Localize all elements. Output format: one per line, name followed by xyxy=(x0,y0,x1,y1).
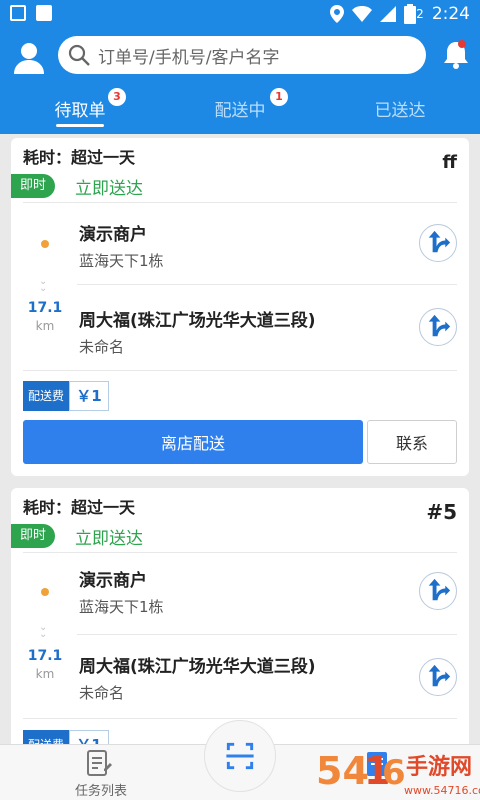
search-input[interactable]: 订单号/手机号/客户名字 xyxy=(58,36,426,74)
app-header: 订单号/手机号/客户名字 待取单 3 配送中 1 已送达 xyxy=(0,30,480,134)
immediate-tag: 即时 xyxy=(11,174,55,198)
chevron-down-icon: ⌄ ⌄ xyxy=(39,622,48,640)
app-icon xyxy=(36,5,52,21)
divider xyxy=(23,718,457,719)
tab-badge: 1 xyxy=(270,88,288,106)
svg-text:www.54716.com: www.54716.com xyxy=(404,784,480,797)
battery-level: 2 xyxy=(416,7,424,21)
status-bar: 2 2:24 xyxy=(0,0,480,30)
distance-value: 17.1 xyxy=(27,300,63,316)
elapsed-time: 耗时：超过一天 xyxy=(23,498,136,517)
contact-button[interactable]: 联系 xyxy=(367,420,457,464)
tab-delivering[interactable]: 配送中 1 xyxy=(160,86,320,134)
elapsed-time: 耗时：超过一天 xyxy=(23,148,136,167)
navigate-pickup-button[interactable] xyxy=(419,572,457,610)
pickup-dot-icon xyxy=(41,240,49,248)
svg-text:54: 54 xyxy=(316,749,369,793)
task-list-label[interactable]: 任务列表 xyxy=(66,780,136,799)
delivery-type: 立即送达 xyxy=(75,529,143,549)
tab-label: 已送达 xyxy=(374,101,426,121)
distance-unit: km xyxy=(35,667,55,681)
navigation-arrow-icon xyxy=(428,230,451,253)
leave-store-deliver-button[interactable]: 离店配送 xyxy=(23,420,363,464)
divider xyxy=(23,552,457,553)
tab-badge: 3 xyxy=(108,88,126,106)
dropoff-address: 未命名 xyxy=(79,338,125,356)
navigate-dropoff-button[interactable] xyxy=(419,308,457,346)
delivery-type: 立即送达 xyxy=(75,179,143,199)
status-left-icons xyxy=(10,5,52,21)
divider xyxy=(77,284,457,285)
svg-text:手游网: 手游网 xyxy=(406,754,472,780)
scan-button[interactable] xyxy=(204,720,276,792)
distance-value: 17.1 xyxy=(27,648,63,664)
dropoff-address: 未命名 xyxy=(79,684,125,702)
clock: 2:24 xyxy=(431,4,470,24)
navigation-arrow-icon xyxy=(428,578,451,601)
chevron-down-icon: ⌄ ⌄ xyxy=(39,276,48,294)
image-icon xyxy=(10,5,26,21)
pickup-name: 演示商户 xyxy=(79,225,147,245)
navigate-dropoff-button[interactable] xyxy=(419,658,457,696)
tab-label: 配送中 xyxy=(214,101,266,121)
order-number: #5 xyxy=(426,500,457,524)
dropoff-name: 周大福(珠江广场光华大道三段) xyxy=(79,657,316,677)
order-card[interactable]: 耗时：超过一天 ff 即时 立即送达 ⌄ ⌄ 17.1 km 演示商户 蓝海天下1… xyxy=(11,138,469,476)
location-icon xyxy=(330,5,345,23)
order-number: ff xyxy=(442,152,457,173)
divider xyxy=(23,370,457,371)
task-list-icon[interactable] xyxy=(86,749,112,777)
pickup-dot-icon xyxy=(41,588,49,596)
immediate-tag: 即时 xyxy=(11,524,55,548)
battery-icon xyxy=(404,4,417,24)
navigation-arrow-icon xyxy=(428,314,451,337)
distance-unit: km xyxy=(35,319,55,333)
search-placeholder: 订单号/手机号/客户名字 xyxy=(98,47,280,68)
user-avatar-icon[interactable] xyxy=(12,40,46,74)
pickup-name: 演示商户 xyxy=(79,571,147,591)
signal-icon xyxy=(380,6,397,22)
pickup-address: 蓝海天下1栋 xyxy=(79,252,164,270)
tab-delivered[interactable]: 已送达 xyxy=(320,86,480,134)
navigation-arrow-icon xyxy=(428,664,451,687)
divider xyxy=(77,634,457,635)
svg-text:6: 6 xyxy=(382,753,406,793)
wifi-icon xyxy=(352,6,373,22)
search-icon xyxy=(68,44,90,66)
active-tab-indicator xyxy=(56,124,104,127)
status-right-icons: 2 2:24 xyxy=(330,4,470,24)
delivery-fee-value: ￥1 xyxy=(69,381,109,411)
site-watermark-logo: 54 1 6 手游网 www.54716.com xyxy=(316,749,480,797)
order-tabs: 待取单 3 配送中 1 已送达 xyxy=(0,86,480,134)
dropoff-name: 周大福(珠江广场光华大道三段) xyxy=(79,311,316,331)
tab-label: 待取单 xyxy=(54,101,106,121)
notification-dot xyxy=(458,40,466,48)
divider xyxy=(23,202,457,203)
delivery-fee-label: 配送费 xyxy=(23,381,69,411)
navigate-pickup-button[interactable] xyxy=(419,224,457,262)
tab-to-pickup[interactable]: 待取单 3 xyxy=(0,86,160,134)
pickup-address: 蓝海天下1栋 xyxy=(79,598,164,616)
scan-icon xyxy=(226,742,254,770)
